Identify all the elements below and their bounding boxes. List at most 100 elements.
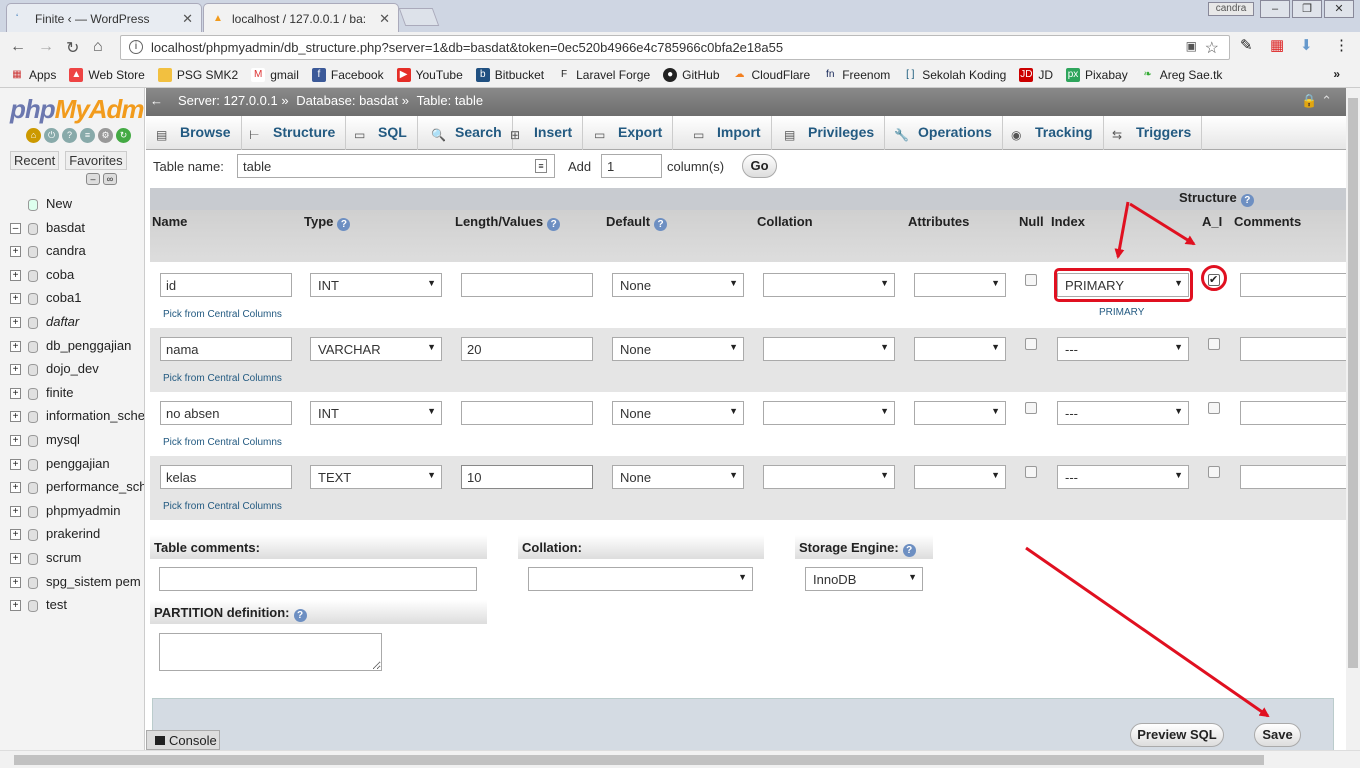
reload-icon[interactable]: ↻	[116, 128, 131, 143]
column-comment-input[interactable]	[1240, 465, 1346, 489]
sidebar-item-information-sche[interactable]: + information_sche	[8, 408, 144, 432]
breadcrumb-server[interactable]: Server: 127.0.0.1 »	[178, 93, 289, 108]
null-checkbox[interactable]	[1025, 274, 1037, 286]
breadcrumb-database[interactable]: Database: basdat »	[296, 93, 409, 108]
expand-icon[interactable]: +	[10, 600, 21, 612]
tab-export[interactable]: ▭ Export	[594, 116, 674, 150]
partition-definition-textarea[interactable]	[159, 633, 382, 671]
horizontal-scroll-thumb[interactable]	[14, 755, 1264, 765]
column-type-select[interactable]: INT ▼	[310, 273, 442, 297]
column-name-input[interactable]	[160, 465, 292, 489]
profile-button[interactable]: candra	[1208, 2, 1254, 16]
close-tab-icon[interactable]: ✕	[379, 11, 390, 27]
sidebar-item-basdat[interactable]: – basdat	[8, 220, 144, 244]
logout-icon[interactable]: ⏻	[44, 128, 59, 143]
sidebar-item-coba[interactable]: + coba	[8, 267, 144, 291]
preview-sql-button[interactable]: Preview SQL	[1130, 723, 1224, 747]
sidebar-item-phpmyadmin[interactable]: + phpmyadmin	[8, 503, 144, 527]
sidebar-item-dojo-dev[interactable]: + dojo_dev	[8, 361, 144, 385]
help-icon[interactable]: ?	[337, 218, 351, 231]
sidebar-item-performance-sch[interactable]: + performance_sch	[8, 479, 144, 503]
table-name-input[interactable]	[237, 154, 555, 178]
pick-central-columns-link[interactable]: Pick from Central Columns	[163, 309, 282, 320]
index-select[interactable]: --- ▼	[1057, 465, 1189, 489]
bookmark-cloudflare[interactable]: ☁ CloudFlare	[733, 68, 811, 82]
browser-tab-phpmyadmin[interactable]: ▲ localhost / 127.0.0.1 / ba: ✕	[203, 3, 399, 32]
expand-icon[interactable]: +	[10, 552, 21, 564]
pick-central-columns-link[interactable]: Pick from Central Columns	[163, 373, 282, 384]
bookmark-areg[interactable]: ❧ Areg Sae.tk	[1141, 68, 1223, 82]
sidebar-item-finite[interactable]: + finite	[8, 385, 144, 409]
storage-engine-select[interactable]: InnoDB ▼	[805, 567, 923, 591]
expand-icon[interactable]: +	[10, 576, 21, 588]
bookmark-sekolah-koding[interactable]: [ ] Sekolah Koding	[903, 68, 1006, 82]
index-select[interactable]: --- ▼	[1057, 401, 1189, 425]
attributes-select[interactable]: ▼	[914, 465, 1006, 489]
info-icon[interactable]: i	[129, 40, 143, 54]
expand-icon[interactable]: +	[10, 316, 21, 328]
collation-select[interactable]: ▼	[763, 401, 895, 425]
length-values-input[interactable]	[461, 465, 593, 489]
help-icon[interactable]: ?	[1240, 194, 1254, 207]
download-extension-icon[interactable]: ⬇	[1300, 36, 1313, 54]
eyedropper-extension-icon[interactable]: ✎	[1240, 36, 1253, 54]
column-name-input[interactable]	[160, 401, 292, 425]
tab-privileges[interactable]: ▤ Privileges	[784, 116, 886, 150]
translate-icon[interactable]: ▣	[1186, 39, 1197, 53]
sidebar-item-mysql[interactable]: + mysql	[8, 432, 144, 456]
lock-icon[interactable]: 🔒 ⌃	[1301, 93, 1332, 109]
reload-icon[interactable]: ↻	[66, 38, 79, 58]
browser-tab-wordpress[interactable]: ʻ Finite ‹ — WordPress ✕	[6, 3, 202, 32]
attributes-select[interactable]: ▼	[914, 337, 1006, 361]
tab-search[interactable]: 🔍 Search	[431, 116, 513, 150]
expand-icon[interactable]: +	[10, 293, 21, 305]
sidebar-item-coba1[interactable]: + coba1	[8, 290, 144, 314]
expand-icon[interactable]: +	[10, 482, 21, 494]
sidebar-item-prakerind[interactable]: + prakerind	[8, 526, 144, 550]
sidebar-item-db-penggajian[interactable]: + db_penggajian	[8, 338, 144, 362]
expand-icon[interactable]: +	[10, 246, 21, 258]
expand-icon[interactable]: +	[10, 387, 21, 399]
help-icon[interactable]: ?	[62, 128, 77, 143]
collation-select[interactable]: ▼	[763, 465, 895, 489]
sidebar-item-test[interactable]: + test	[8, 597, 144, 621]
expand-icon[interactable]: +	[10, 340, 21, 352]
column-name-input[interactable]	[160, 337, 292, 361]
new-database-item[interactable]: New	[8, 196, 144, 220]
sidebar-item-spg-sistem-pem[interactable]: + spg_sistem pem	[8, 574, 144, 598]
home-icon[interactable]: ⌂	[93, 38, 103, 56]
column-type-select[interactable]: INT ▼	[310, 401, 442, 425]
link-icon[interactable]: ∞	[103, 173, 117, 185]
expand-icon[interactable]: +	[10, 434, 21, 446]
back-arrow-icon[interactable]: ←	[10, 38, 26, 56]
expand-icon[interactable]: +	[10, 529, 21, 541]
default-select[interactable]: None ▼	[612, 465, 744, 489]
auto-increment-checkbox[interactable]	[1208, 402, 1220, 414]
console-toggle[interactable]: Console	[146, 730, 220, 750]
expand-icon[interactable]: +	[10, 364, 21, 376]
sidebar-item-penggajian[interactable]: + penggajian	[8, 456, 144, 480]
settings-gear-icon[interactable]: ⚙	[98, 128, 113, 143]
bookmark-jd[interactable]: JD JD	[1019, 68, 1053, 82]
extension-icon[interactable]: ▦	[1270, 36, 1284, 54]
collation-select[interactable]: ▼	[763, 337, 895, 361]
tab-sql[interactable]: ▭ SQL	[354, 116, 418, 150]
length-values-input[interactable]	[461, 273, 593, 297]
bookmark-psg[interactable]: PSG SMK2	[157, 68, 238, 82]
bookmark-web-store[interactable]: ▲ Web Store	[69, 68, 145, 82]
close-window-icon[interactable]: ✕	[1324, 0, 1354, 18]
save-button[interactable]: Save	[1254, 723, 1301, 747]
default-select[interactable]: None ▼	[612, 273, 744, 297]
address-bar[interactable]: i localhost/phpmyadmin/db_structure.php?…	[120, 35, 1230, 60]
tab-tracking[interactable]: ◉ Tracking	[1011, 116, 1104, 150]
breadcrumb-table[interactable]: Table: table	[417, 93, 484, 108]
table-comments-input[interactable]	[159, 567, 477, 591]
column-type-select[interactable]: TEXT ▼	[310, 465, 442, 489]
tab-operations[interactable]: 🔧 Operations	[894, 116, 1003, 150]
tab-structure[interactable]: ⊢ Structure	[249, 116, 347, 150]
expand-icon[interactable]: +	[10, 411, 21, 423]
bookmark-freenom[interactable]: fn Freenom	[823, 68, 890, 82]
forward-arrow-icon[interactable]: →	[38, 38, 54, 56]
collapse-all-icon[interactable]: –	[86, 173, 100, 185]
auto-increment-checkbox[interactable]	[1208, 338, 1220, 350]
